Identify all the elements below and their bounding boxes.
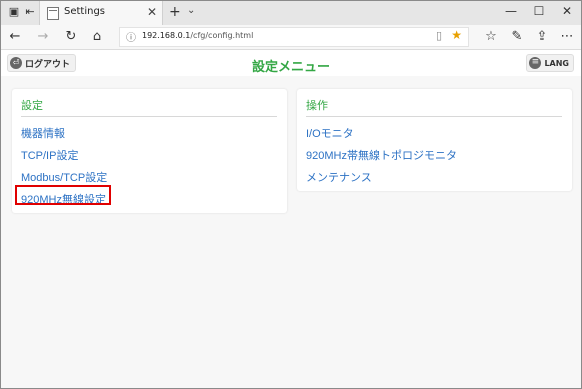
page-favicon [47, 7, 59, 20]
lang-label: LANG [544, 58, 569, 68]
page-header: ⏎ ログアウト 設定メニュー ≡ LANG [1, 50, 581, 76]
close-window-icon[interactable]: ✕ [557, 4, 577, 18]
navigation-bar: ← → ↻ ⌂ ⓘ 192.168.0.1/cfg/config.html ▯ … [1, 25, 581, 50]
operations-panel: 操作 I/Oモニタ 920MHz帯無線トポロジモニタ メンテナンス [297, 89, 572, 191]
address-bar[interactable]: ⓘ 192.168.0.1/cfg/config.html ▯ ★ [119, 27, 469, 47]
menu-icon: ≡ [529, 57, 542, 69]
home-icon[interactable]: ⌂ [89, 29, 105, 45]
link-io-monitor[interactable]: I/Oモニタ [306, 125, 354, 141]
favorite-star-icon[interactable]: ★ [451, 28, 462, 42]
lang-button[interactable]: ≡ LANG [526, 54, 574, 72]
url-host: 192.168.0.1 [142, 31, 191, 40]
favorites-hub-icon[interactable]: ☆ [483, 29, 499, 45]
divider [306, 116, 562, 117]
link-tcpip-settings[interactable]: TCP/IP設定 [21, 147, 78, 163]
link-modbus-tcp-settings[interactable]: Modbus/TCP設定 [21, 169, 107, 185]
settings-panel-title: 設定 [21, 99, 43, 112]
link-maintenance[interactable]: メンテナンス [306, 169, 372, 185]
share-icon[interactable]: ⇪ [534, 29, 550, 45]
highlight-box [15, 185, 111, 205]
page-title: 設定メニュー [251, 60, 330, 75]
new-tab-icon[interactable]: + [169, 4, 181, 20]
tab-title: Settings [64, 6, 106, 17]
url-text[interactable]: 192.168.0.1/cfg/config.html [142, 31, 253, 40]
divider [21, 116, 277, 117]
page-content: ⏎ ログアウト 設定メニュー ≡ LANG 設定 機器情報 TCP/IP設定 M… [1, 50, 581, 388]
set-aside-tabs-icon[interactable]: ⇤ [23, 5, 37, 19]
link-920mhz-topology-monitor[interactable]: 920MHz帯無線トポロジモニタ [306, 147, 457, 163]
operations-panel-title: 操作 [306, 99, 328, 112]
browser-tab[interactable]: Settings ✕ [39, 1, 163, 25]
reading-view-icon[interactable]: ▯ [436, 29, 442, 42]
more-icon[interactable]: ⋯ [559, 29, 575, 45]
back-icon[interactable]: ← [7, 29, 23, 45]
info-icon[interactable]: ⓘ [126, 29, 136, 44]
tab-manager-icon[interactable]: ▣ [7, 5, 21, 19]
refresh-icon[interactable]: ↻ [63, 29, 79, 45]
close-tab-icon[interactable]: ✕ [147, 5, 157, 19]
minimize-icon[interactable]: — [501, 4, 521, 18]
link-device-info[interactable]: 機器情報 [21, 125, 65, 141]
tab-bar: ▣ ⇤ Settings ✕ + ⌄ — ☐ ✕ [1, 1, 581, 25]
url-path: /cfg/config.html [190, 31, 254, 40]
forward-icon[interactable]: → [35, 29, 51, 45]
maximize-icon[interactable]: ☐ [529, 4, 549, 18]
notes-icon[interactable]: ✎ [509, 29, 525, 45]
tab-list-icon[interactable]: ⌄ [187, 5, 195, 16]
browser-window: ▣ ⇤ Settings ✕ + ⌄ — ☐ ✕ ← → ↻ ⌂ ⓘ 192.1… [0, 0, 582, 389]
